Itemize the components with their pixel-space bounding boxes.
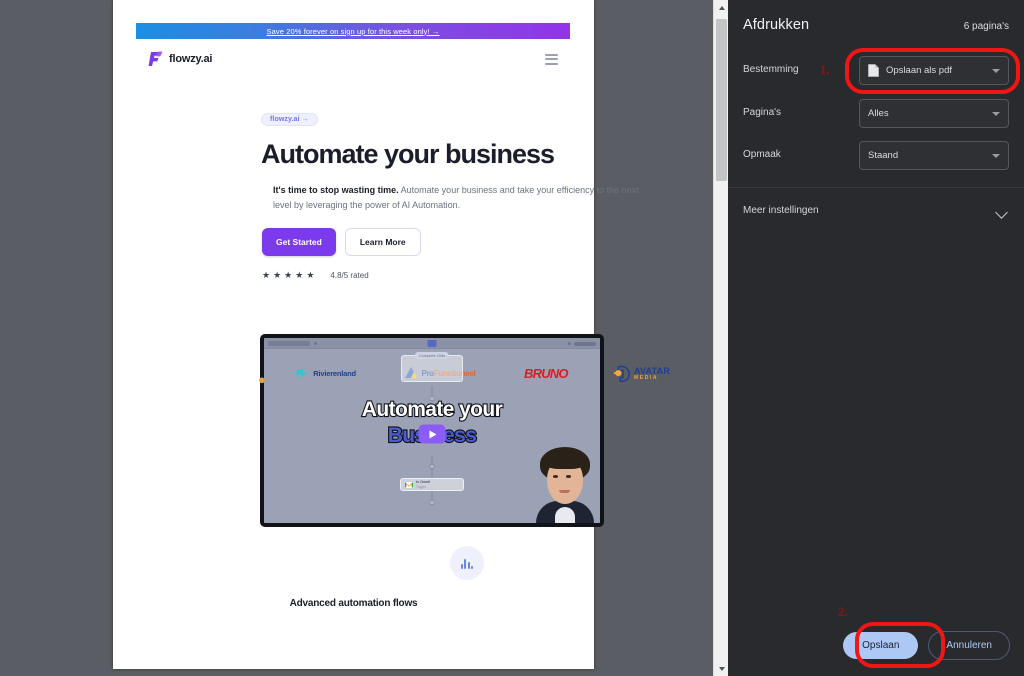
chevron-down-icon bbox=[992, 153, 1000, 158]
layout-value: Staand bbox=[868, 150, 899, 161]
rating-text: 4.8/5 rated bbox=[330, 271, 369, 280]
gmail-icon bbox=[405, 481, 413, 488]
pdf-document-icon bbox=[868, 64, 879, 77]
hero-subtitle: It's time to stop wasting time. Automate… bbox=[273, 183, 653, 213]
learn-more-button[interactable]: Learn More bbox=[344, 228, 421, 256]
pages-value: Alles bbox=[868, 108, 889, 119]
chrome-center-logo-icon bbox=[427, 340, 437, 347]
cancel-button[interactable]: Annuleren bbox=[928, 631, 1010, 660]
flow-node-mid bbox=[429, 464, 435, 469]
video-thumbnail[interactable]: Rivierenland ProFunctioneel BRUNO Comple… bbox=[258, 334, 670, 527]
promo-banner-link[interactable]: Save 20% forever on sign up for this wee… bbox=[267, 27, 440, 36]
play-icon[interactable] bbox=[418, 424, 446, 444]
brand[interactable]: flowzy.ai bbox=[148, 51, 212, 67]
preview-scrollbar[interactable] bbox=[713, 0, 728, 676]
destination-label: Bestemming bbox=[743, 64, 799, 75]
layout-label: Opmaak bbox=[743, 149, 781, 160]
gmail-node-sub: Trigger bbox=[416, 485, 426, 489]
logo-rivierenland: Rivierenland bbox=[296, 368, 356, 379]
destination-select[interactable]: Opslaan als pdf bbox=[859, 56, 1009, 85]
print-dialog: Afdrukken 6 pagina's Bestemming Opslaan … bbox=[728, 0, 1024, 676]
chrome-tab bbox=[268, 340, 310, 346]
flow-card-ghost: Complete Gids bbox=[401, 352, 463, 382]
logo-avatar-media: AVATAR MEDIA bbox=[613, 361, 685, 387]
layout-select[interactable]: Staand bbox=[859, 141, 1009, 170]
layout-row: Opmaak Staand bbox=[728, 141, 1024, 173]
dialog-title: Afdrukken bbox=[743, 17, 810, 33]
print-preview-area: Save 20% forever on sign up for this wee… bbox=[0, 0, 728, 676]
scroll-down-arrow-icon[interactable] bbox=[714, 661, 728, 676]
hero-title: Automate your business bbox=[261, 139, 555, 169]
avatar-media-text: AVATAR MEDIA bbox=[634, 367, 670, 381]
chevron-down-icon bbox=[992, 68, 1000, 73]
bar-chart-bars bbox=[460, 558, 474, 569]
gmail-node-text: In Gmail Trigger bbox=[416, 480, 430, 489]
video-inner: Rivierenland ProFunctioneel BRUNO Comple… bbox=[264, 338, 600, 523]
avatar-head-icon bbox=[613, 365, 630, 383]
destination-row: Bestemming Opslaan als pdf bbox=[728, 56, 1024, 88]
chevron-down-icon bbox=[992, 111, 1000, 116]
save-button[interactable]: Opslaan bbox=[843, 632, 919, 659]
destination-value: Opslaan als pdf bbox=[886, 65, 953, 76]
flow-node-bottom bbox=[429, 500, 435, 505]
site-header: flowzy.ai bbox=[136, 44, 570, 74]
get-started-button[interactable]: Get Started bbox=[262, 228, 336, 256]
flow-card-chip: Complete Gids bbox=[414, 352, 450, 359]
more-settings-label: Meer instellingen bbox=[743, 205, 819, 216]
flowzy-pill-badge[interactable]: flowzy.ai → bbox=[261, 113, 318, 126]
scroll-up-arrow-icon[interactable] bbox=[714, 0, 728, 15]
more-settings-row[interactable]: Meer instellingen bbox=[728, 199, 1024, 227]
avatar-media-sub: MEDIA bbox=[634, 375, 659, 381]
gmail-node-title: In Gmail bbox=[416, 480, 431, 484]
annotation-marker-2: 2. bbox=[838, 604, 848, 619]
logo-bruno: BRUNO bbox=[524, 365, 568, 381]
chrome-close-dot bbox=[314, 342, 317, 345]
promo-banner: Save 20% forever on sign up for this wee… bbox=[136, 23, 570, 39]
star-rating-icons: ★ ★ ★ ★ ★ bbox=[262, 270, 315, 280]
feature-title: Advanced automation flows bbox=[289, 598, 418, 609]
hamburger-icon[interactable] bbox=[545, 53, 558, 65]
page-count-label: 6 pagina's bbox=[963, 21, 1009, 32]
dialog-actions: Opslaan Annuleren bbox=[843, 631, 1010, 660]
brand-name: flowzy.ai bbox=[169, 53, 213, 65]
pages-label: Pagina's bbox=[743, 107, 782, 118]
dialog-divider bbox=[728, 187, 1024, 188]
chevron-down-icon bbox=[995, 206, 1008, 219]
annotation-marker-1: 1. bbox=[820, 62, 830, 77]
pages-row: Pagina's Alles bbox=[728, 99, 1024, 131]
bar-chart-icon bbox=[450, 546, 484, 580]
video-browser-chrome bbox=[264, 338, 600, 349]
pages-select[interactable]: Alles bbox=[859, 99, 1009, 128]
logo-edge-left-partial: ● bbox=[258, 372, 266, 387]
scrollbar-thumb[interactable] bbox=[716, 19, 727, 181]
hero-subtitle-bold: It's time to stop wasting time. bbox=[273, 185, 399, 195]
flow-connector-top bbox=[431, 386, 433, 396]
rating-block: ★ ★ ★ ★ ★ 4.8/5 rated bbox=[262, 270, 369, 281]
chrome-right-controls bbox=[568, 341, 596, 346]
hero-buttons: Get Started Learn More bbox=[262, 228, 421, 256]
presenter-portrait bbox=[534, 445, 596, 523]
logo-rivierenland-text: Rivierenland bbox=[313, 368, 356, 378]
video-headline-line1: Automate your bbox=[361, 397, 504, 422]
preview-page-sheet: Save 20% forever on sign up for this wee… bbox=[113, 0, 670, 669]
flowzy-logo-icon bbox=[148, 51, 163, 67]
gmail-flow-node: In Gmail Trigger bbox=[400, 478, 464, 491]
